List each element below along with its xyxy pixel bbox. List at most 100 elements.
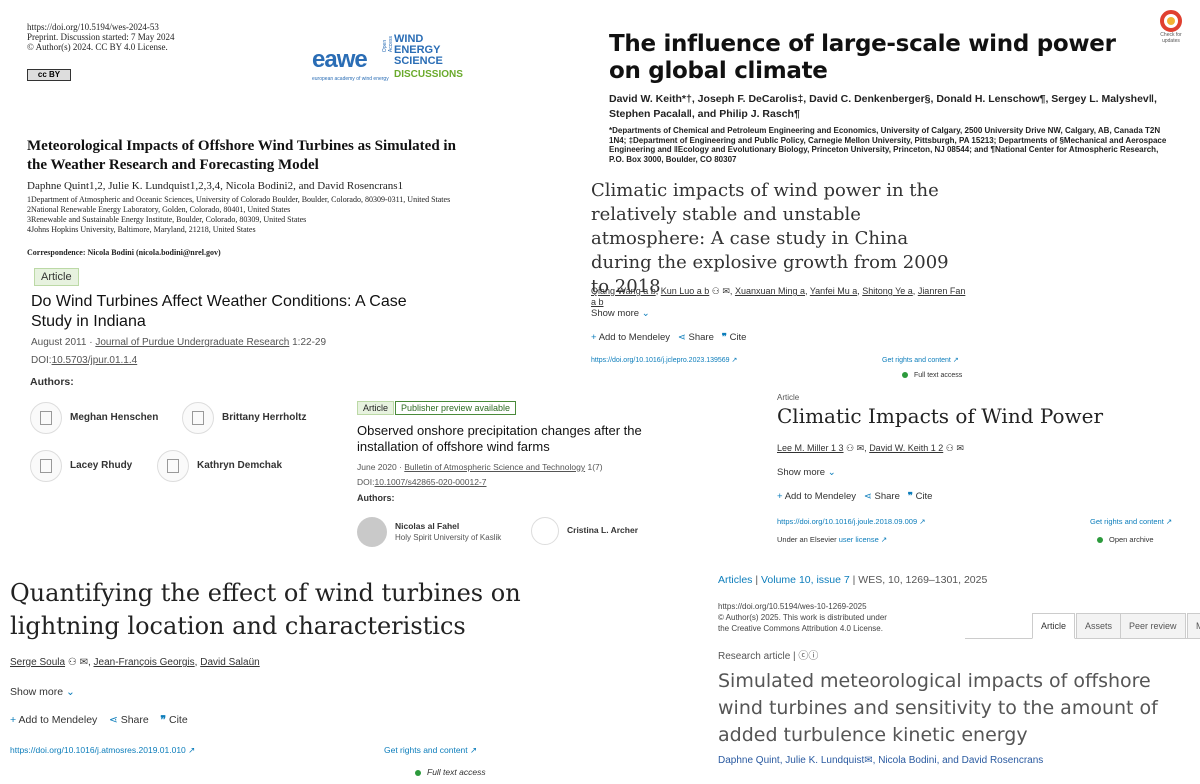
wes-preprint-panel: https://doi.org/10.5194/wes-2024-53 Prep… [0, 0, 600, 265]
doi-link[interactable]: 10.1007/s42865-020-00012-7 [374, 477, 486, 487]
avatar[interactable] [357, 517, 387, 547]
license-prefix: Under an Elsevier [777, 535, 837, 544]
article-doi[interactable]: https://doi.org/10.5194/wes-10-1269-2025 [718, 601, 938, 612]
doi-link[interactable]: https://doi.org/10.1016/j.atmosres.2019.… [10, 745, 195, 756]
doi-text: https://doi.org/10.1016/j.jclepro.2023.1… [591, 357, 730, 364]
user-license-link[interactable]: user license [839, 535, 879, 544]
share-button[interactable]: ⋖ Share [864, 491, 900, 502]
chevron-down-icon: ⌄ [827, 467, 836, 478]
correspondence: Correspondence: Nicola Bodini (nicola.bo… [27, 248, 221, 257]
journal-link[interactable]: Journal of Purdue Undergraduate Research [95, 337, 289, 348]
paper-title[interactable]: Observed onshore precipitation changes a… [357, 423, 665, 455]
share-button[interactable]: ⋖ Share [678, 332, 714, 343]
author-list: Serge Soula ⚇ ✉, Jean-François Georgis, … [10, 657, 260, 668]
show-more-button[interactable]: Show more ⌄ [10, 686, 75, 698]
access-label: Full text access [914, 372, 963, 379]
tab-article[interactable]: Article [1032, 613, 1076, 639]
preprint-license: © Author(s) 2024. CC BY 4.0 License. [27, 42, 168, 52]
get-rights-link[interactable]: Get rights and content ↗ [384, 745, 477, 756]
author-link[interactable]: Daphne Quint [718, 755, 780, 766]
tab-assets[interactable]: Assets [1076, 613, 1122, 639]
purdue-panel: Article Do Wind Turbines Affect Weather … [18, 262, 458, 377]
cite-button[interactable]: ❞ Cite [908, 491, 933, 502]
author-link[interactable]: Kun Luo a b [661, 286, 710, 296]
cc-by-icon: ⓒⓘ [798, 651, 819, 662]
author-link[interactable]: David Salaün [200, 657, 259, 668]
person-mail-icon[interactable]: ⚇ ✉ [846, 443, 864, 453]
author-link[interactable]: Qiang Wang a b [591, 286, 656, 296]
get-rights-link[interactable]: Get rights and content ↗ [1090, 517, 1172, 526]
author-name[interactable]: Nicolas al Fahel [395, 521, 459, 531]
author-link[interactable]: Xuanxuan Ming a [735, 286, 805, 296]
breadcrumb-volume[interactable]: Volume 10, issue 7 [761, 574, 850, 586]
author-link[interactable]: Serge Soula [10, 657, 65, 668]
show-more-button[interactable]: Show more ⌄ [777, 467, 836, 478]
check-for-updates-badge[interactable]: Check for updates [1156, 10, 1186, 44]
doi-line: DOI:10.5703/jpur.01.1.4 [31, 355, 137, 366]
get-rights-link[interactable]: Get rights and content ↗ [882, 356, 959, 364]
author-list: Daphne Quint, Julie K. Lundquist✉, Nicol… [718, 755, 1044, 766]
external-link-icon: ↗ [952, 357, 959, 364]
article-meta: https://doi.org/10.5194/wes-10-1269-2025… [718, 601, 938, 634]
tab-peer-review[interactable]: Peer review [1120, 613, 1186, 639]
author-link[interactable]: David W. Keith 1 2 [869, 443, 943, 453]
access-label: Full text access [427, 767, 486, 777]
quote-icon: ❞ [907, 491, 913, 502]
author-link[interactable]: David Rosencrans [962, 755, 1044, 766]
access-indicator: Full text access [902, 372, 962, 379]
author-link[interactable]: Julie K. Lundquist [785, 755, 864, 766]
author-name: Kathryn Demchak [197, 460, 283, 471]
issue: 1(7) [587, 462, 603, 472]
cite-button[interactable]: ❞ Cite [160, 714, 187, 726]
add-mendeley-label: Add to Mendeley [18, 714, 98, 726]
person-mail-icon[interactable]: ⚇ ✉ [946, 443, 964, 453]
publication-meta: August 2011 · Journal of Purdue Undergra… [31, 337, 327, 348]
author-name[interactable]: Cristina L. Archer [567, 525, 638, 535]
avatar [157, 450, 189, 482]
preprint-doi[interactable]: https://doi.org/10.5194/wes-2024-53 [27, 22, 175, 32]
author-list: Lee M. Miller 1 3 ⚇ ✉, David W. Keith 1 … [777, 443, 964, 453]
person-mail-icon[interactable]: ⚇ ✉ [712, 286, 730, 296]
add-mendeley-label: Add to Mendeley [784, 491, 856, 502]
author-name: Meghan Henschen [70, 412, 159, 423]
paper-authors: Daphne Quint1,2, Julie K. Lundquist1,2,3… [27, 180, 404, 192]
bast-panel: Article Publisher preview available Obse… [345, 393, 665, 555]
doi-line: DOI:10.1007/s42865-020-00012-7 [357, 477, 487, 487]
doi-link[interactable]: https://doi.org/10.1016/j.jclepro.2023.1… [591, 356, 737, 364]
tab-more[interactable]: M [1187, 613, 1200, 639]
pages: 1:22-29 [292, 337, 327, 348]
doi-label: DOI: [357, 477, 375, 487]
doi-link[interactable]: https://doi.org/10.1016/j.joule.2018.09.… [777, 517, 926, 526]
person-mail-icon[interactable]: ⚇ ✉ [68, 657, 88, 668]
mail-icon[interactable]: ✉ [864, 755, 872, 766]
author-link[interactable]: Nicola Bodini [878, 755, 936, 766]
author-link[interactable]: Yanfei Mu a [810, 286, 857, 296]
jclepro-panel: Climatic impacts of wind power in the re… [577, 168, 967, 383]
paper-title[interactable]: Do Wind Turbines Affect Weather Conditio… [31, 292, 451, 332]
external-link-icon: ↗ [731, 357, 738, 364]
quote-icon: ❞ [721, 332, 727, 343]
breadcrumb-articles[interactable]: Articles [718, 574, 752, 586]
doi-link[interactable]: 10.5703/jpur.01.1.4 [52, 355, 138, 366]
purdue-authors-panel: Authors: Meghan Henschen Brittany Herrho… [0, 375, 345, 495]
rights-text: Get rights and content [384, 745, 468, 755]
publisher-preview-badge[interactable]: Publisher preview available [395, 401, 517, 415]
plus-icon: + [591, 332, 597, 343]
author-link[interactable]: Lee M. Miller 1 3 [777, 443, 844, 453]
external-link-icon: ↗ [880, 535, 888, 544]
add-mendeley-button[interactable]: + Add to Mendeley [10, 714, 97, 726]
plus-icon: + [777, 491, 783, 502]
show-more-button[interactable]: Show more ⌄ [591, 308, 650, 319]
author-link[interactable]: Shitong Ye a [862, 286, 913, 296]
avatar[interactable] [531, 517, 559, 545]
author-link[interactable]: Jean-François Georgis [94, 657, 195, 668]
add-mendeley-button[interactable]: + Add to Mendeley [777, 491, 856, 502]
access-indicator: Open archive [1097, 535, 1154, 544]
journal-link[interactable]: Bulletin of Atmospheric Science and Tech… [404, 462, 585, 472]
paper-title: Climatic Impacts of Wind Power [777, 404, 1104, 428]
cite-button[interactable]: ❞ Cite [722, 332, 747, 343]
cite-label: Cite [915, 491, 933, 502]
paper-title: The influence of large-scale wind power … [609, 31, 1116, 84]
add-mendeley-button[interactable]: + Add to Mendeley [591, 332, 670, 343]
share-button[interactable]: ⋖ Share [109, 714, 149, 726]
